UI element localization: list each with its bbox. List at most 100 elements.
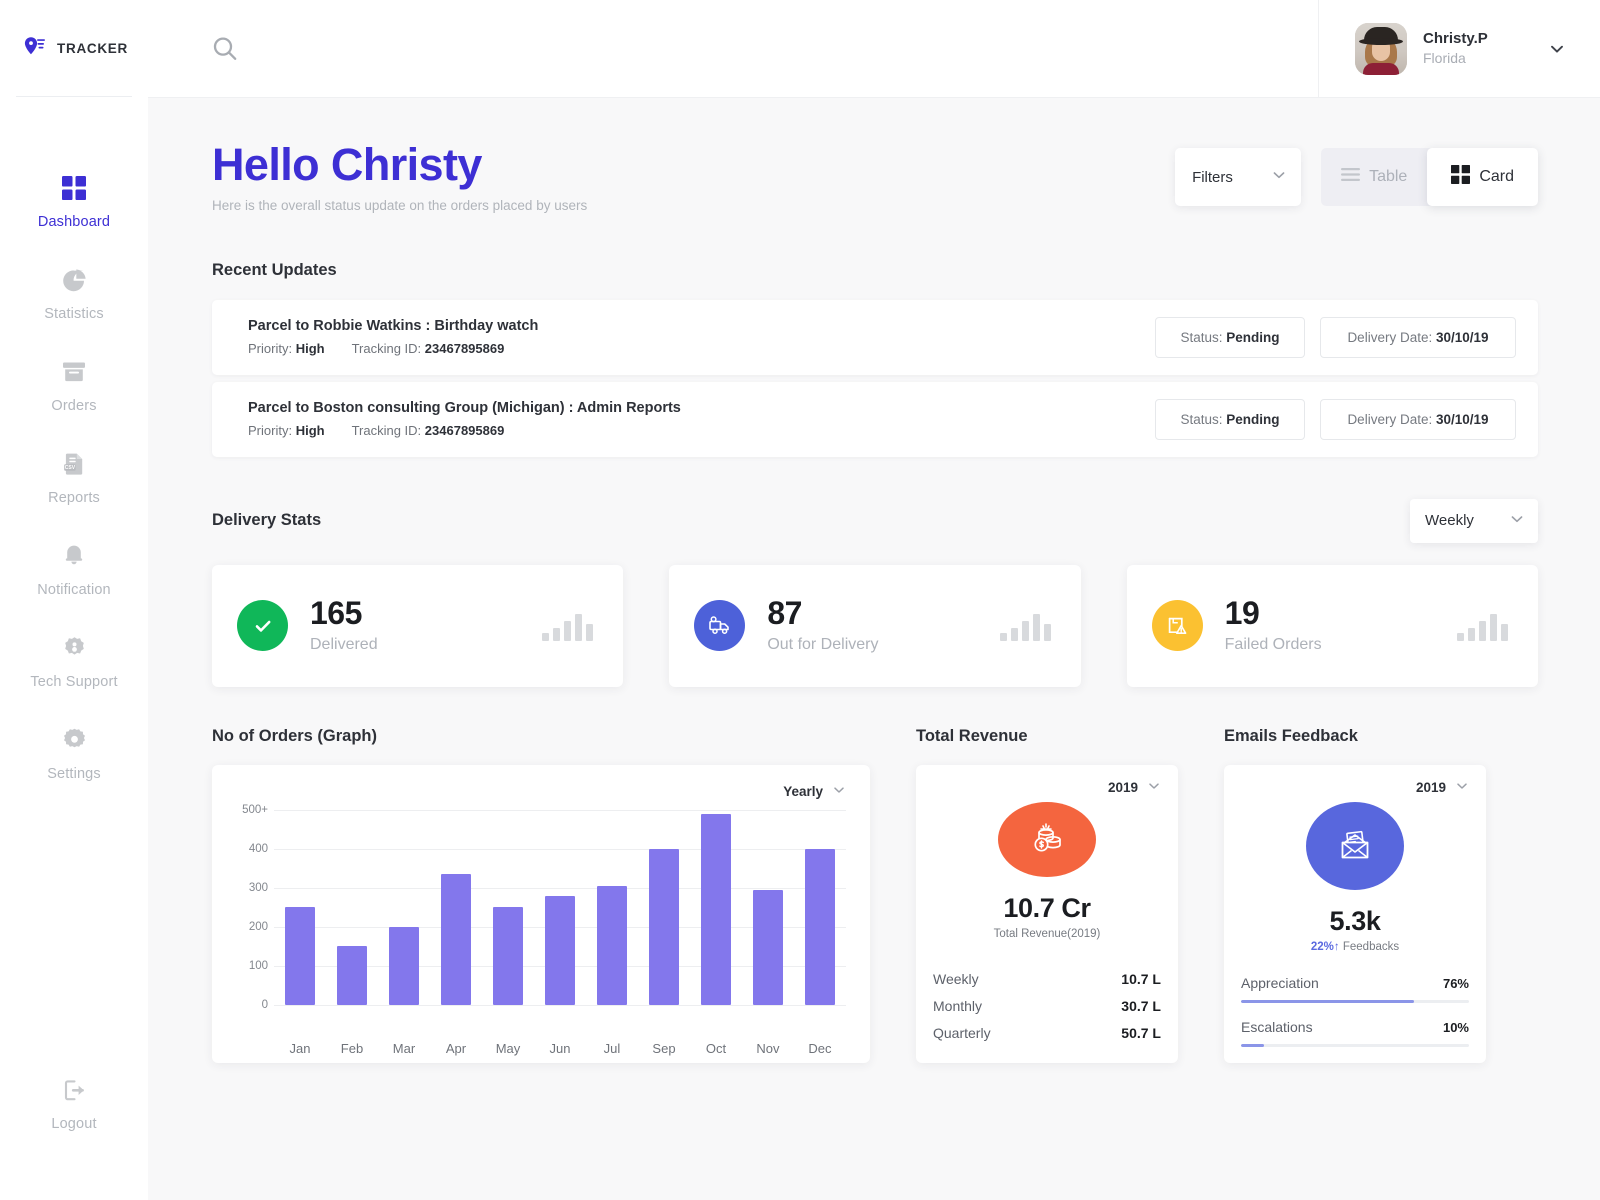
stat-value: 87 [767, 595, 802, 632]
bars-container [274, 810, 846, 1005]
progress-fill [1241, 1043, 1264, 1047]
warning-package-icon [1151, 600, 1203, 652]
grid-icon [1451, 165, 1471, 189]
sidebar-item-dashboard[interactable]: Dashboard [0, 171, 148, 263]
y-tick-label: 100 [248, 959, 268, 972]
delivery-stats-title: Delivery Stats [212, 511, 322, 530]
sidebar-item-tech-support[interactable]: Tech Support [0, 631, 148, 723]
sidebar-item-statistics[interactable]: Statistics [0, 263, 148, 355]
revenue-year-value: 2019 [1107, 779, 1138, 795]
delivery-date-badge: Delivery Date: 30/10/19 [1320, 316, 1516, 358]
priority-field: Priority: High [248, 423, 325, 438]
stat-value: 165 [310, 595, 362, 632]
header-controls: Filters Table Card [1175, 138, 1538, 206]
update-info: Parcel to Robbie Watkins : Birthday watc… [248, 318, 1155, 356]
profile-menu[interactable]: Christy.P Florida [1318, 0, 1600, 97]
update-title: Parcel to Boston consulting Group (Michi… [248, 400, 681, 417]
sidebar-item-label: Tech Support [30, 674, 118, 690]
feedback-year-dropdown[interactable]: 2019 [1241, 779, 1469, 796]
sidebar-item-label: Settings [47, 766, 101, 782]
view-mode-table[interactable]: Table [1321, 148, 1427, 206]
sidebar-item-label: Dashboard [37, 214, 111, 230]
feedback-row-value: 76% [1442, 975, 1469, 991]
view-mode-card[interactable]: Card [1427, 148, 1538, 206]
orders-graph-card: Yearly 0 100 200 300 400 500+ Jan Feb Ma… [212, 764, 870, 1063]
view-mode-card-label: Card [1479, 168, 1514, 185]
delivery-period-value: Weekly [1425, 512, 1474, 530]
bar-slot [536, 810, 584, 1005]
sidebar-item-logout[interactable]: Logout [0, 1073, 148, 1132]
total-revenue-card: 2019 10.7 Cr Total Revenue(2019) Weekly … [916, 764, 1178, 1063]
feedback-row-label: Escalations [1241, 1018, 1313, 1035]
bar-slot [744, 810, 792, 1005]
bar-chart: 0 100 200 300 400 500+ [230, 804, 846, 1032]
bar[interactable] [284, 907, 315, 1005]
bar-slot [692, 810, 740, 1005]
delivery-date-badge: Delivery Date: 30/10/19 [1320, 398, 1516, 440]
feedback-row-label: Appreciation [1241, 974, 1319, 991]
greeting-block: Hello Christy Here is the overall status… [212, 138, 1175, 213]
table-row[interactable]: Parcel to Boston consulting Group (Michi… [212, 381, 1538, 457]
x-tick-label: Jan [289, 1040, 311, 1056]
chevron-down-icon[interactable] [1548, 40, 1566, 58]
sidebar-item-reports[interactable]: CSV Reports [0, 447, 148, 539]
stat-card-out-for-delivery[interactable]: 87 Out for Delivery [669, 564, 1081, 687]
revenue-row-value: 10.7 L [1121, 971, 1161, 988]
sparkline-icon [999, 611, 1051, 641]
orders-period-dropdown[interactable]: Yearly [783, 783, 846, 800]
stat-card-failed-orders[interactable]: 19 Failed Orders [1126, 564, 1538, 687]
stat-card-delivered[interactable]: 165 Delivered [212, 564, 624, 687]
stat-value: 19 [1224, 595, 1260, 632]
stat-text: 165 Delivered [310, 597, 542, 654]
dashboard-app: TRACKER Dashboard Statistics Orders CSV … [0, 0, 1600, 1200]
sidebar-item-orders[interactable]: Orders [0, 355, 148, 447]
bar[interactable] [492, 907, 523, 1005]
filters-dropdown[interactable]: Filters [1175, 148, 1302, 206]
feedback-delta: 22% [1310, 940, 1334, 953]
bar-slot [640, 810, 688, 1005]
status-value: Pending [1226, 329, 1280, 345]
search-icon[interactable] [210, 34, 240, 64]
sidebar-nav: Dashboard Statistics Orders CSV Reports … [0, 97, 148, 815]
revenue-row-label: Monthly [933, 998, 983, 1015]
sidebar-item-notification[interactable]: Notification [0, 539, 148, 631]
bottom-panels: No of Orders (Graph) Yearly 0 100 200 30… [212, 727, 1538, 1063]
bar[interactable] [440, 874, 471, 1005]
bar[interactable] [388, 926, 419, 1005]
table-row[interactable]: Parcel to Robbie Watkins : Birthday watc… [212, 299, 1538, 375]
content: Hello Christy Here is the overall status… [148, 98, 1600, 1200]
y-tick-label: 0 [261, 998, 268, 1011]
revenue-year-dropdown[interactable]: 2019 [933, 779, 1161, 796]
feedback-arrow-icon: ↑ [1333, 940, 1340, 953]
bar[interactable] [648, 848, 679, 1005]
recent-updates-list: Parcel to Robbie Watkins : Birthday watc… [212, 299, 1538, 457]
sidebar-item-label: Orders [51, 398, 97, 414]
x-tick-label: Oct [705, 1040, 727, 1056]
truck-icon [694, 600, 746, 652]
chevron-down-icon [832, 783, 846, 800]
status-label: Status: [1180, 411, 1223, 427]
priority-field: Priority: High [248, 341, 325, 356]
list-item: Appreciation 76% [1241, 975, 1469, 1003]
bar[interactable] [544, 895, 575, 1005]
bar[interactable] [336, 946, 367, 1005]
bar[interactable] [700, 813, 731, 1005]
status-badge: Status: Pending [1155, 398, 1305, 440]
progress-track [1241, 1043, 1469, 1047]
bar[interactable] [752, 889, 783, 1005]
update-meta: Priority: High Tracking ID: 23467895869 [248, 341, 1155, 356]
orders-graph-title: No of Orders (Graph) [212, 726, 378, 745]
delivery-period-dropdown[interactable]: Weekly [1410, 498, 1538, 543]
bar[interactable] [596, 885, 627, 1005]
x-tick-label: Jul [603, 1040, 621, 1056]
app-logo[interactable]: TRACKER [0, 0, 148, 96]
filters-label: Filters [1192, 168, 1233, 186]
view-mode-table-label: Table [1369, 168, 1408, 185]
revenue-row-label: Weekly [933, 971, 979, 988]
bar[interactable] [804, 848, 835, 1005]
status-badge: Status: Pending [1155, 316, 1305, 358]
profile-location: Florida [1423, 49, 1466, 66]
status-label: Status: [1180, 329, 1223, 345]
sidebar-item-settings[interactable]: Settings [0, 723, 148, 815]
x-tick-label: Mar [392, 1040, 416, 1056]
